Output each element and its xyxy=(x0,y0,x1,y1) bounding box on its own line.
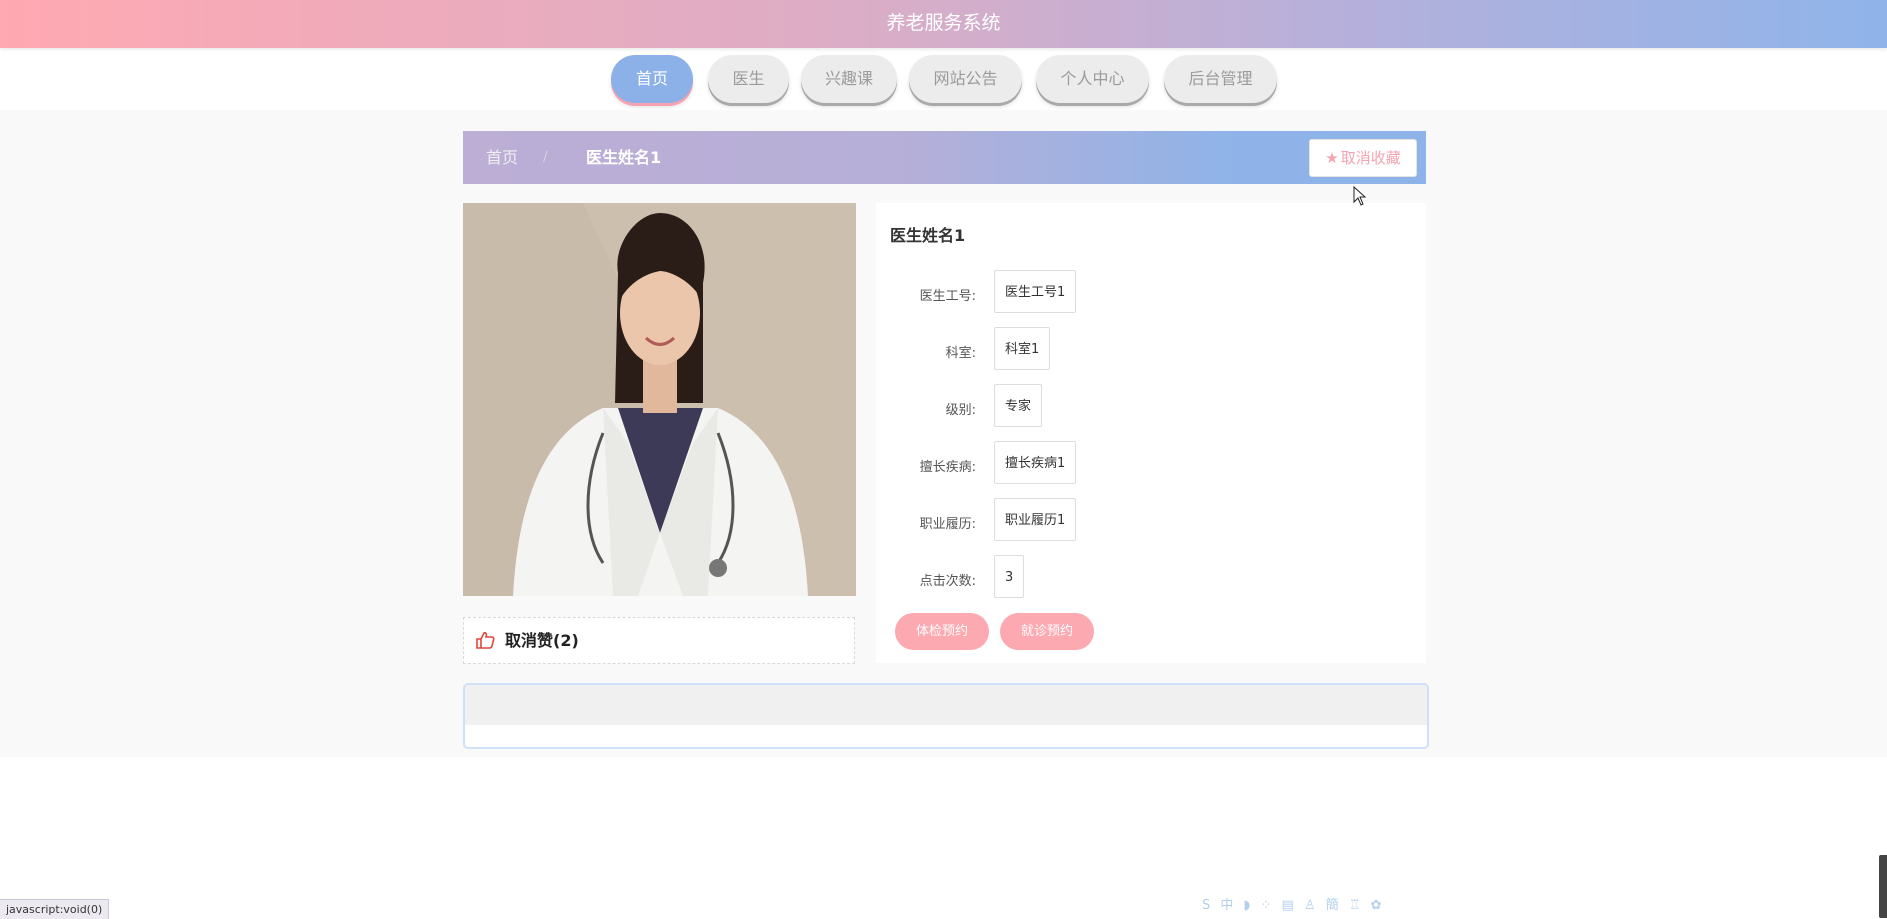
visit-booking-button[interactable]: 就诊预约 xyxy=(1000,613,1094,650)
field-label-level: 级别: xyxy=(945,403,976,418)
app-title: 养老服务系统 xyxy=(886,12,1001,34)
star-icon: ★ xyxy=(1325,149,1339,167)
nav-interest-class[interactable]: 兴趣课 xyxy=(801,55,897,103)
unfavorite-button[interactable]: ★ 取消收藏 xyxy=(1309,139,1417,177)
field-value-doctor-id: 医生工号1 xyxy=(994,270,1077,313)
unfavorite-label: 取消收藏 xyxy=(1340,149,1401,167)
breadcrumb-current: 医生姓名1 xyxy=(586,148,662,167)
side-scroll-handle[interactable] xyxy=(1879,855,1887,918)
doctor-photo xyxy=(463,203,856,596)
field-label-department: 科室: xyxy=(945,346,976,361)
app-header: 养老服务系统 xyxy=(0,0,1887,48)
ime-toolbar[interactable]: S 中 ◗ ⁘ ▤ ♙ 簡 ♖ ✿ xyxy=(1202,896,1385,916)
like-box[interactable]: 取消赞(2) xyxy=(463,617,855,664)
field-value-level: 专家 xyxy=(994,384,1043,427)
thumbs-up-icon xyxy=(476,631,495,649)
breadcrumb-separator: / xyxy=(543,149,548,165)
doctor-info-panel: 医生姓名1 医生工号: 医生工号1 科室: 科室1 级别: 专家 擅长疾病: 擅… xyxy=(876,203,1426,663)
nav-personal-center[interactable]: 个人中心 xyxy=(1036,55,1149,103)
field-value-career: 职业履历1 xyxy=(994,498,1077,541)
doctor-name: 医生姓名1 xyxy=(890,226,966,245)
field-label-career: 职业履历: xyxy=(919,517,976,532)
comment-header xyxy=(465,685,1427,725)
unlike-label: 取消赞(2) xyxy=(505,631,579,650)
nav-announcements[interactable]: 网站公告 xyxy=(909,55,1022,103)
field-label-specialty: 擅长疾病: xyxy=(919,460,976,475)
field-label-doctor-id: 医生工号: xyxy=(919,289,976,304)
field-label-click-count: 点击次数: xyxy=(919,574,976,589)
breadcrumb: 首页 / 医生姓名1 ★ 取消收藏 xyxy=(463,131,1426,184)
nav-home[interactable]: 首页 xyxy=(611,55,693,103)
main-nav: 首页 医生 兴趣课 网站公告 个人中心 后台管理 xyxy=(0,55,1887,107)
status-bar: javascript:void(0) xyxy=(0,899,110,919)
field-value-click-count: 3 xyxy=(994,555,1025,598)
comment-box[interactable] xyxy=(463,683,1429,749)
nav-admin[interactable]: 后台管理 xyxy=(1164,55,1277,103)
field-value-department: 科室1 xyxy=(994,327,1051,370)
field-value-specialty: 擅长疾病1 xyxy=(994,441,1077,484)
nav-doctor[interactable]: 医生 xyxy=(708,55,789,103)
breadcrumb-home[interactable]: 首页 xyxy=(486,131,518,184)
checkup-booking-button[interactable]: 体检预约 xyxy=(895,613,989,650)
mouse-cursor-icon xyxy=(1353,186,1367,206)
